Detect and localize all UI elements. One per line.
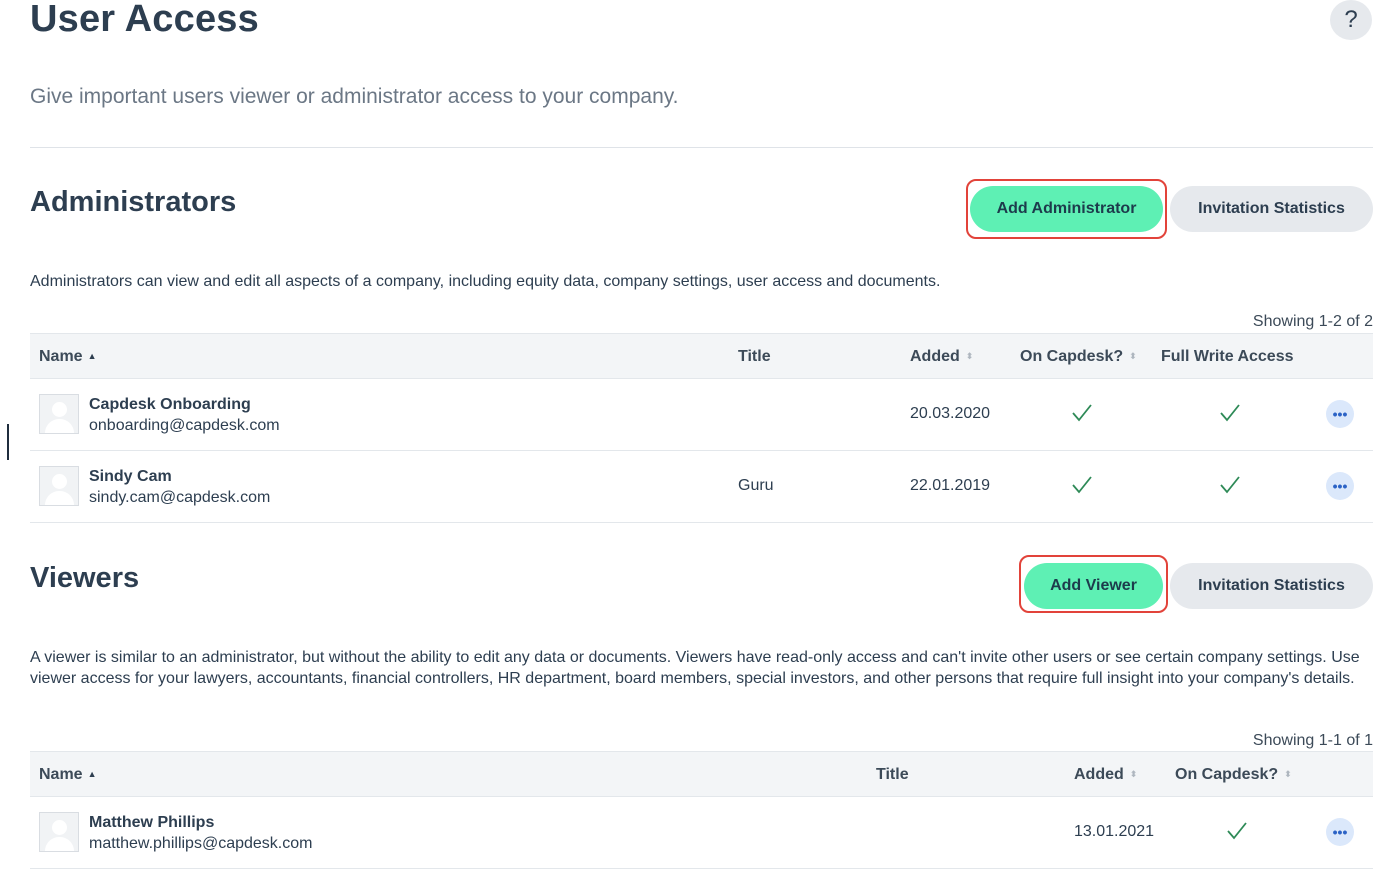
viewer-pagination: Showing 1-1 of 1 — [30, 732, 1373, 752]
ellipsis-icon: ••• — [1332, 406, 1348, 422]
admin-col-on-capdesk[interactable]: On Capdesk? ⬍ — [1020, 348, 1137, 366]
viewer-col-name[interactable]: Name ▲ — [39, 766, 97, 784]
ellipsis-icon: ••• — [1332, 824, 1348, 840]
user-added-date: 13.01.2021 — [1074, 823, 1155, 840]
sort-icon: ⬍ — [1129, 769, 1138, 779]
user-added-date: 22.01.2019 — [910, 477, 991, 494]
viewer-col-title: Title — [876, 766, 909, 783]
page-subtitle: Give important users viewer or administr… — [30, 85, 679, 108]
administrators-description: Administrators can view and edit all asp… — [30, 273, 941, 290]
sort-icon: ⬍ — [1129, 351, 1137, 361]
row-more-button[interactable]: ••• — [1326, 472, 1354, 500]
user-email: matthew.phillips@capdesk.com — [89, 835, 313, 852]
viewers-description: A viewer is similar to an administrator,… — [30, 649, 1360, 687]
admin-col-added[interactable]: Added ⬍ — [910, 348, 973, 366]
row-more-button[interactable]: ••• — [1326, 400, 1354, 428]
full-write-check-icon — [1220, 404, 1240, 422]
sort-icon: ⬍ — [965, 351, 974, 361]
help-icon: ? — [1344, 6, 1358, 33]
text-cursor — [7, 424, 9, 460]
on-capdesk-check-icon — [1072, 404, 1092, 422]
avatar — [39, 812, 79, 852]
user-name: Sindy Cam — [89, 468, 172, 485]
row-more-button[interactable]: ••• — [1326, 818, 1354, 846]
avatar — [39, 466, 79, 506]
sort-icon: ⬍ — [1284, 769, 1292, 779]
page-title: User Access — [30, 0, 259, 40]
ellipsis-icon: ••• — [1332, 478, 1348, 494]
user-title: Guru — [738, 477, 774, 494]
full-write-check-icon — [1220, 476, 1240, 494]
admin-col-title: Title — [738, 348, 771, 365]
viewers-title: Viewers — [30, 562, 140, 594]
viewer-col-on-capdesk[interactable]: On Capdesk? ⬍ — [1175, 766, 1292, 784]
table-row: Sindy Cam sindy.cam@capdesk.com Guru 22.… — [30, 451, 1373, 523]
viewer-invitation-statistics-button[interactable]: Invitation Statistics — [1170, 563, 1373, 609]
sort-asc-icon: ▲ — [87, 351, 97, 361]
viewer-table-header: Name ▲ Title Added ⬍ On Capdesk? ⬍ — [30, 751, 1373, 797]
table-row: Capdesk Onboarding onboarding@capdesk.co… — [30, 379, 1373, 451]
admin-col-full-write: Full Write Access — [1161, 348, 1294, 365]
admin-table-header: Name ▲ Title Added ⬍ On Capdesk? ⬍ Full Wri… — [30, 333, 1373, 379]
user-name: Matthew Phillips — [89, 814, 215, 831]
user-added-date: 20.03.2020 — [910, 405, 991, 422]
administrators-title: Administrators — [30, 186, 237, 218]
user-email: sindy.cam@capdesk.com — [89, 489, 271, 506]
add-viewer-button[interactable]: Add Viewer — [1024, 563, 1163, 609]
on-capdesk-check-icon — [1227, 822, 1247, 840]
viewer-col-added[interactable]: Added ⬍ — [1074, 766, 1137, 784]
admin-pagination: Showing 1-2 of 2 — [30, 313, 1373, 333]
admin-showing-count: Showing 1-2 of 2 — [1252, 313, 1373, 330]
sort-asc-icon: ▲ — [87, 769, 97, 779]
avatar — [39, 394, 79, 434]
help-button[interactable]: ? — [1330, 0, 1372, 40]
admin-col-name[interactable]: Name ▲ — [39, 348, 97, 366]
user-email: onboarding@capdesk.com — [89, 417, 280, 434]
user-name: Capdesk Onboarding — [89, 396, 251, 413]
header-divider — [30, 147, 1373, 148]
viewer-showing-count: Showing 1-1 of 1 — [1252, 732, 1373, 749]
table-row: Matthew Phillips matthew.phillips@capdes… — [30, 797, 1373, 869]
on-capdesk-check-icon — [1072, 476, 1092, 494]
add-administrator-button[interactable]: Add Administrator — [970, 186, 1163, 232]
admin-invitation-statistics-button[interactable]: Invitation Statistics — [1170, 186, 1373, 232]
